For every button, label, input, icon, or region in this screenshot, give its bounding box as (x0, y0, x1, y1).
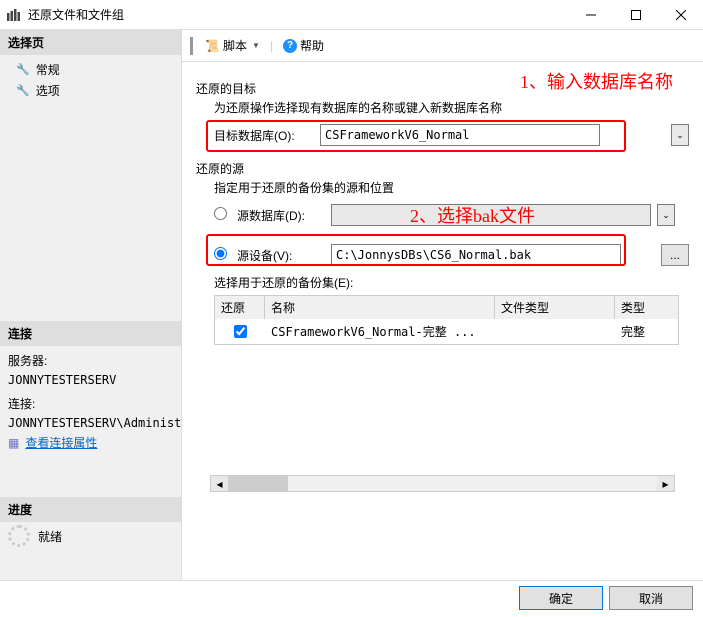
source-subtitle: 指定用于还原的备份集的源和位置 (214, 179, 689, 196)
restore-checkbox[interactable] (234, 325, 247, 338)
source-db-radio[interactable] (214, 207, 231, 223)
sidebar-item-label: 常规 (36, 61, 60, 78)
connection-header: 连接 (0, 321, 181, 346)
source-title: 还原的源 (196, 160, 689, 177)
toolbar: 📜 脚本 ▼ | ? 帮助 (182, 30, 703, 62)
row-type (495, 319, 615, 344)
sidebar: 选择页 🔧 常规 🔧 选项 连接 服务器: JONNYTESTERSERV 连接… (0, 30, 182, 580)
backup-sets-table: 还原 名称 文件类型 类型 CSFrameworkV6_Normal-完整 ..… (214, 295, 679, 345)
horizontal-scrollbar[interactable]: ◂ ▸ (210, 475, 675, 492)
progress-label: 就绪 (38, 528, 62, 545)
app-icon (0, 9, 28, 21)
connection-value: JONNYTESTERSERV\Administrat (0, 414, 181, 432)
content-area: 1、输入数据库名称 还原的目标 为还原操作选择现有数据库的名称或键入新数据库名称… (182, 62, 703, 580)
window-title: 还原文件和文件组 (28, 6, 568, 23)
col-type[interactable]: 文件类型 (495, 296, 615, 319)
script-dropdown[interactable]: 📜 脚本 ▼ (201, 35, 264, 56)
col-kind[interactable]: 类型 (615, 296, 678, 319)
target-db-dropdown[interactable]: ⌄ (671, 124, 689, 146)
help-button[interactable]: ? 帮助 (279, 35, 328, 56)
toolbar-help-label: 帮助 (300, 37, 324, 54)
sidebar-item-general[interactable]: 🔧 常规 (0, 59, 181, 80)
select-sets-label: 选择用于还原的备份集(E): (214, 274, 689, 291)
scroll-left-icon[interactable]: ◂ (211, 476, 228, 491)
browse-button[interactable]: ... (661, 244, 689, 266)
select-page-header: 选择页 (0, 30, 181, 55)
col-name[interactable]: 名称 (265, 296, 495, 319)
properties-icon: ▦ (8, 436, 19, 450)
progress-header: 进度 (0, 497, 181, 522)
annotation-1: 1、输入数据库名称 (520, 68, 673, 94)
wrench-icon: 🔧 (16, 84, 30, 97)
table-header: 还原 名称 文件类型 类型 (215, 296, 678, 319)
help-icon: ? (283, 39, 297, 53)
maximize-button[interactable] (613, 0, 658, 30)
sidebar-item-options[interactable]: 🔧 选项 (0, 80, 181, 101)
source-device-input[interactable] (331, 244, 621, 266)
source-device-radio[interactable] (214, 247, 231, 263)
table-row[interactable]: CSFrameworkV6_Normal-完整 ... 完整 (215, 319, 678, 344)
source-device-label: 源设备(V): (237, 247, 325, 264)
chevron-down-icon: ⌄ (662, 210, 670, 221)
grip-icon (190, 37, 193, 55)
close-button[interactable] (658, 0, 703, 30)
annotation-2: 2、选择bak文件 (410, 202, 535, 228)
minimize-button[interactable] (568, 0, 613, 30)
view-connection-properties-link[interactable]: ▦ 查看连接属性 (0, 432, 181, 453)
server-value: JONNYTESTERSERV (0, 371, 181, 389)
row-name: CSFrameworkV6_Normal-完整 ... (265, 319, 495, 344)
link-label: 查看连接属性 (25, 434, 97, 451)
scroll-right-icon[interactable]: ▸ (657, 476, 674, 491)
target-subtitle: 为还原操作选择现有数据库的名称或键入新数据库名称 (214, 99, 689, 116)
target-db-input[interactable] (320, 124, 600, 146)
wrench-icon: 🔧 (16, 63, 30, 76)
connection-label: 连接: (0, 393, 181, 414)
ellipsis-icon: ... (670, 248, 680, 262)
script-icon: 📜 (205, 39, 220, 53)
chevron-down-icon: ▼ (252, 41, 260, 50)
target-db-label: 目标数据库(O): (214, 127, 314, 144)
title-bar: 还原文件和文件组 (0, 0, 703, 30)
cancel-button[interactable]: 取消 (609, 586, 693, 610)
col-restore[interactable]: 还原 (215, 296, 265, 319)
sidebar-item-label: 选项 (36, 82, 60, 99)
row-kind: 完整 (615, 319, 678, 344)
spinner-icon (8, 525, 30, 547)
source-db-dropdown: ⌄ (657, 204, 675, 226)
chevron-down-icon: ⌄ (676, 130, 684, 141)
source-db-label: 源数据库(D): (237, 207, 325, 224)
dialog-footer: 确定 取消 (0, 581, 703, 615)
ok-button[interactable]: 确定 (519, 586, 603, 610)
server-label: 服务器: (0, 350, 181, 371)
scroll-thumb[interactable] (228, 476, 288, 491)
toolbar-script-label: 脚本 (223, 37, 247, 54)
progress-status: 就绪 (0, 522, 181, 550)
